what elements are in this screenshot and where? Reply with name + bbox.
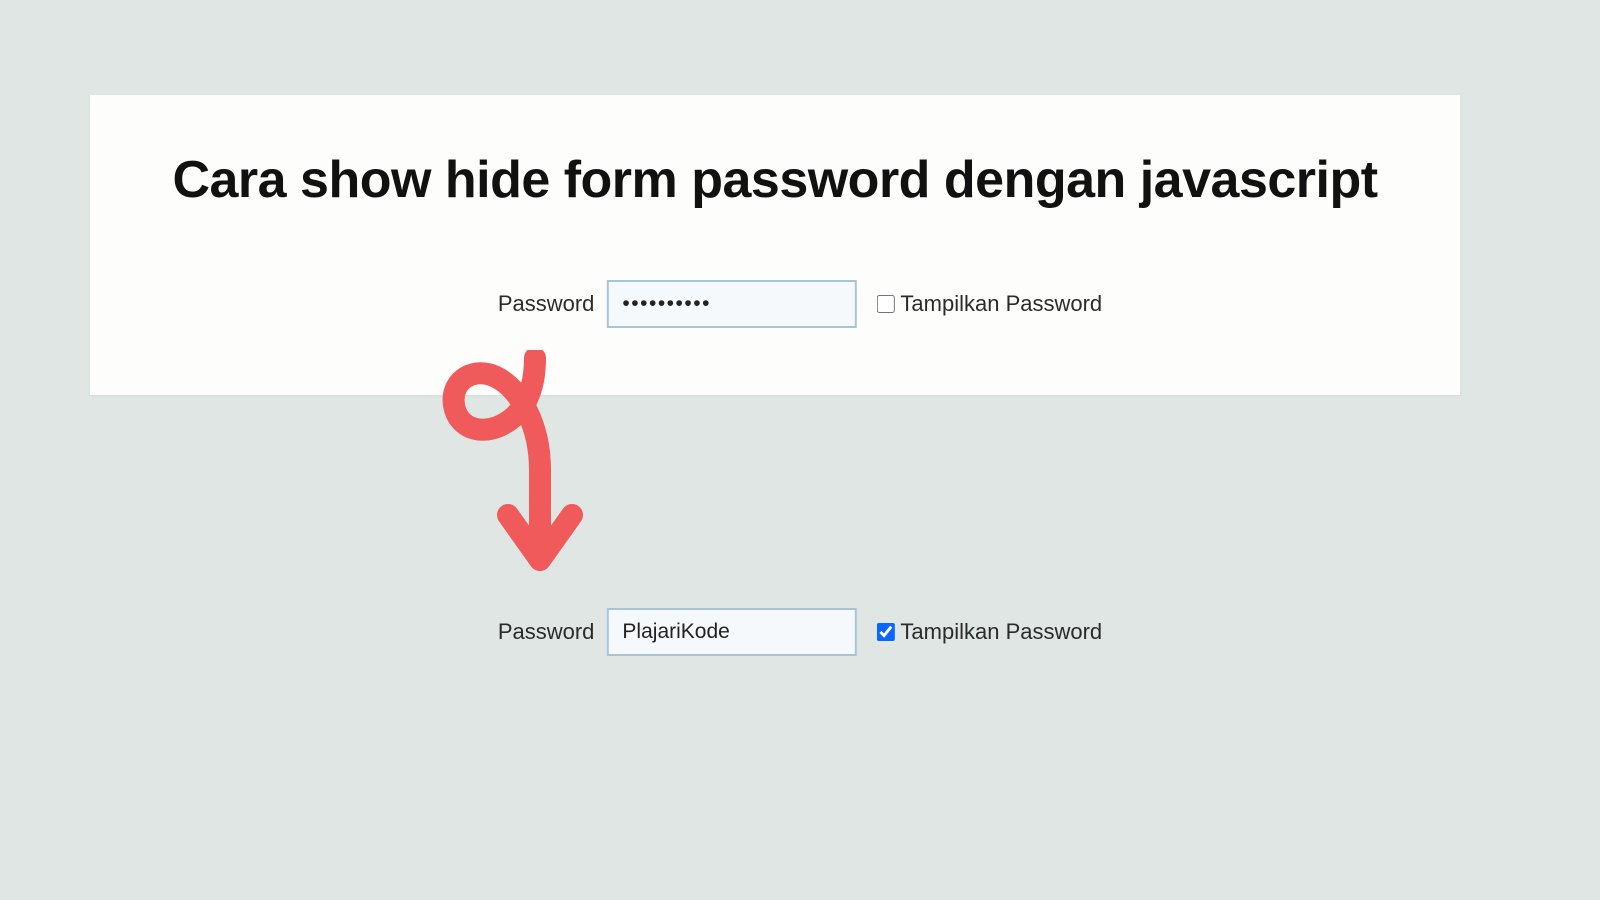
password-row-hidden: Password Tampilkan Password xyxy=(498,280,1102,328)
password-input[interactable] xyxy=(606,608,856,656)
show-password-checkbox[interactable] xyxy=(876,295,894,313)
annotation-arrow-icon xyxy=(440,350,620,590)
password-label: Password xyxy=(498,619,595,645)
show-password-label: Tampilkan Password xyxy=(900,291,1102,317)
password-input[interactable] xyxy=(606,280,856,328)
show-password-checkbox[interactable] xyxy=(876,623,894,641)
show-password-toggle[interactable]: Tampilkan Password xyxy=(876,619,1102,645)
page-title: Cara show hide form password dengan java… xyxy=(90,95,1460,210)
password-row-shown: Password Tampilkan Password xyxy=(498,608,1102,656)
show-password-label: Tampilkan Password xyxy=(900,619,1102,645)
password-label: Password xyxy=(498,291,595,317)
show-password-toggle[interactable]: Tampilkan Password xyxy=(876,291,1102,317)
content-card: Cara show hide form password dengan java… xyxy=(90,95,1460,395)
